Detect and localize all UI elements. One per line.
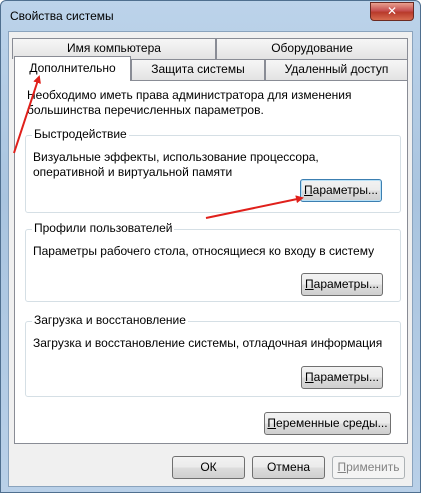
performance-title: Быстродействие xyxy=(32,127,129,141)
environment-variables-button[interactable]: Переменные среды... xyxy=(264,412,391,435)
close-icon: ✕ xyxy=(386,4,398,18)
user-profiles-settings-label: араметры... xyxy=(313,277,379,291)
user-profiles-title: Профили пользователей xyxy=(32,221,175,235)
tab-system-protection[interactable]: Защита системы xyxy=(131,59,265,80)
tab-remote-access[interactable]: Удаленный доступ xyxy=(265,59,408,80)
startup-recovery-settings-accel: П xyxy=(305,370,314,384)
window-title: Свойства системы xyxy=(10,9,114,23)
close-button[interactable]: ✕ xyxy=(370,2,414,21)
system-properties-window: Свойства системы ✕ Имя компьютера Оборуд… xyxy=(0,0,421,493)
performance-settings-accel: П xyxy=(304,183,313,197)
performance-settings-button[interactable]: Параметры... xyxy=(300,179,382,202)
apply-accel: П xyxy=(337,460,347,474)
user-profiles-settings-button[interactable]: Параметры... xyxy=(301,273,383,296)
ok-button[interactable]: ОК xyxy=(172,456,245,479)
environment-variables-label: еременные среды... xyxy=(276,416,388,430)
dialog-client-area: Имя компьютера Оборудование Дополнительн… xyxy=(8,31,413,487)
title-bar[interactable]: Свойства системы ✕ xyxy=(1,1,420,31)
startup-recovery-settings-label: араметры... xyxy=(313,370,379,384)
performance-settings-label: араметры... xyxy=(312,183,378,197)
environment-variables-accel: П xyxy=(267,416,277,430)
apply-button[interactable]: Применить xyxy=(332,456,405,479)
user-profiles-description: Параметры рабочего стола, относящиеся ко… xyxy=(33,244,375,258)
performance-description: Визуальные эффекты, использование процес… xyxy=(33,150,319,179)
startup-recovery-settings-button[interactable]: Параметры... xyxy=(301,366,383,389)
cancel-button[interactable]: Отмена xyxy=(252,456,325,479)
apply-label: рименить xyxy=(346,460,400,474)
tab-advanced[interactable]: Дополнительно xyxy=(14,56,131,81)
startup-recovery-title: Загрузка и восстановление xyxy=(32,313,188,327)
tab-hardware[interactable]: Оборудование xyxy=(216,38,408,59)
admin-rights-note: Необходимо иметь права администратора дл… xyxy=(27,88,352,117)
startup-recovery-description: Загрузка и восстановление системы, отлад… xyxy=(33,336,383,350)
user-profiles-settings-accel: П xyxy=(305,277,314,291)
